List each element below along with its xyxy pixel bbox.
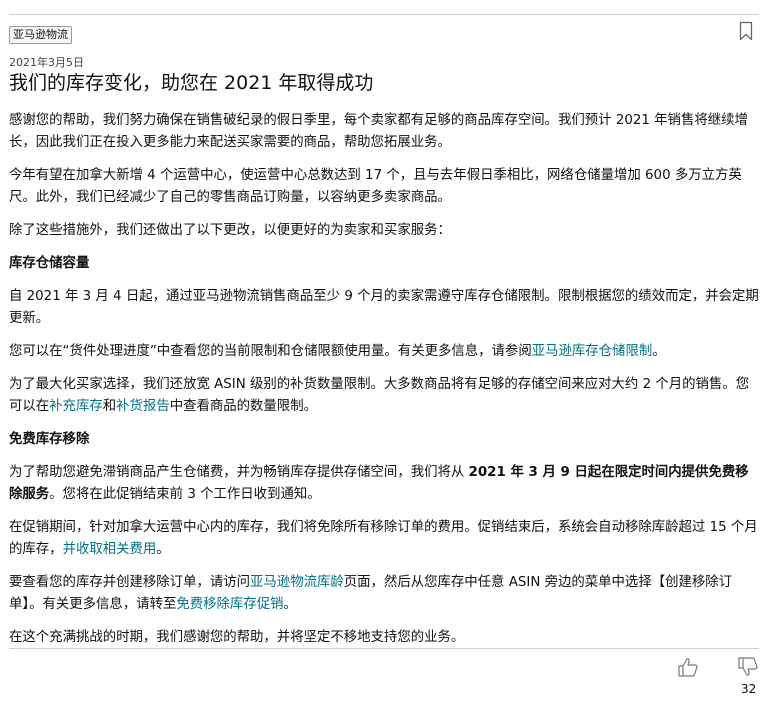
heading-free-removal: 免费库存移除 xyxy=(9,432,90,447)
paragraph-replenishment: 为了最大化买家选择，我们还放宽 ASIN 级别的补货数量限制。大多数商品将有足够… xyxy=(9,374,761,418)
category-tag[interactable]: 亚马逊物流 xyxy=(9,26,72,44)
text: 为了帮助您避免滞销商品产生仓储费，并为畅销库存提供存储空间，我们将从 xyxy=(9,465,469,480)
paragraph-closing: 在这个充满挑战的时期，我们感谢您的帮助，并将坚定不移地支持您的业务。 xyxy=(9,630,465,645)
link-restock-report[interactable]: 补货报告 xyxy=(116,399,170,414)
paragraph-promo-period: 在促销期间，针对加拿大运营中心内的库存，我们将免除所有移除订单的费用。促销结束后… xyxy=(9,517,761,561)
post-title: 我们的库存变化，助您在 2021 年取得成功 xyxy=(9,72,374,94)
text: 。 xyxy=(156,542,170,557)
post-body: 感谢您的帮助，我们努力确保在销售破纪录的假日季里，每个卖家都有足够的商品库存空间… xyxy=(9,110,761,660)
heading-storage-capacity: 库存仓储容量 xyxy=(9,256,90,271)
thumbs-up-icon[interactable] xyxy=(677,656,699,678)
paragraph-intro: 感谢您的帮助，我们努力确保在销售破纪录的假日季里，每个卖家都有足够的商品库存空间… xyxy=(9,113,748,150)
paragraph-changes: 除了这些措施外，我们还做出了以下更改，以便更好的为卖家和买家服务： xyxy=(9,223,451,238)
paragraph-storage-limit: 自 2021 年 3 月 4 日起，通过亚马逊物流销售商品至少 9 个月的卖家需… xyxy=(9,289,759,326)
text: 您可以在“货件处理进度”中查看您的当前限制和仓储限额使用量。有关更多信息，请参阅 xyxy=(9,344,532,359)
link-restock-inventory[interactable]: 补充库存 xyxy=(49,399,103,414)
link-inventory-age[interactable]: 亚马逊物流库龄 xyxy=(250,575,344,590)
thumbs-down-icon[interactable] xyxy=(737,656,759,678)
top-divider xyxy=(9,14,759,15)
text: 和 xyxy=(102,399,117,414)
text: 要查看您的库存并创建移除订单，请访问 xyxy=(9,575,251,590)
link-related-fees[interactable]: 并收取相关费用 xyxy=(63,542,157,557)
text: 。 xyxy=(652,344,666,359)
like-count: 32 xyxy=(741,682,757,696)
paragraph-free-removal: 为了帮助您避免滞销商品产生仓储费，并为畅销库存提供存储空间，我们将从 2021 … xyxy=(9,462,761,506)
link-storage-limits[interactable]: 亚马逊库存仓储限制 xyxy=(532,344,653,359)
paragraph-create-removal: 要查看您的库存并创建移除订单，请访问亚马逊物流库龄页面，然后从您库存中任意 AS… xyxy=(9,572,761,616)
bottom-divider xyxy=(9,648,759,649)
paragraph-canada-fc: 今年有望在加拿大新增 4 个运营中心，使运营中心总数达到 17 个，且与去年假日… xyxy=(9,168,742,205)
paragraph-shipment-progress: 您可以在“货件处理进度”中查看您的当前限制和仓储限额使用量。有关更多信息，请参阅… xyxy=(9,341,761,363)
link-free-removal-promo[interactable]: 免费移除库存促销 xyxy=(176,597,283,612)
bookmark-icon[interactable] xyxy=(739,21,753,41)
text: 中查看商品的数量限制。 xyxy=(169,399,317,414)
post-date: 2021年3月5日 xyxy=(9,56,84,69)
text: 。 xyxy=(283,597,297,612)
text: 。您将在此促销结束前 3 个工作日收到通知。 xyxy=(49,487,321,502)
